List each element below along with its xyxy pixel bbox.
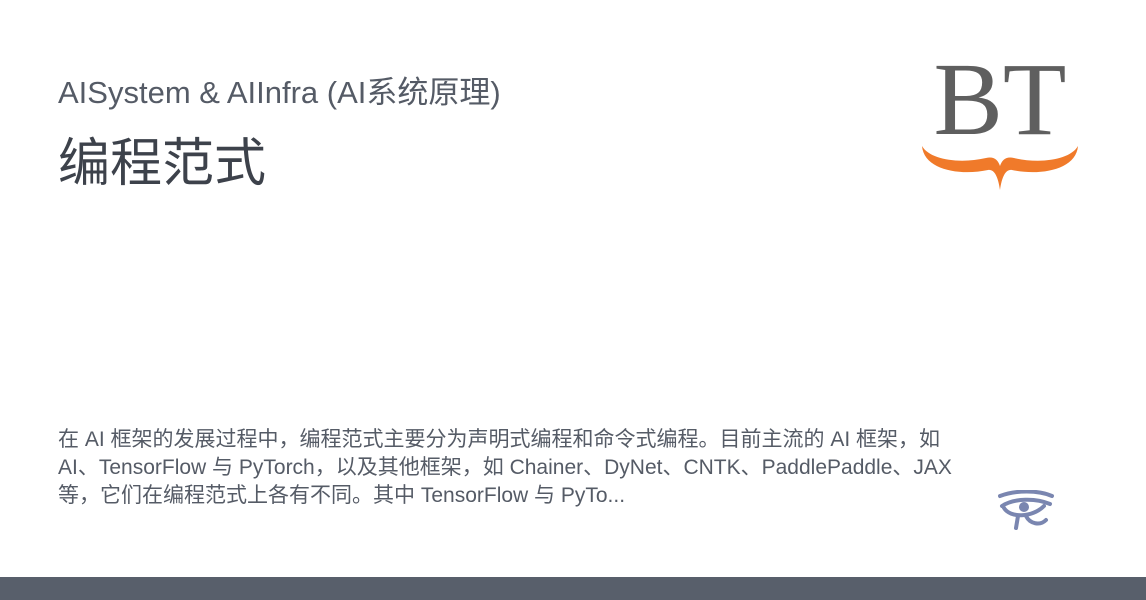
footer-bar [0,577,1146,600]
bt-logo: BT [910,30,1090,210]
page-description: 在 AI 框架的发展过程中，编程范式主要分为声明式编程和命令式编程。目前主流的 … [58,428,952,507]
site-title: AISystem & AIInfra (AI系统原理) [58,75,501,110]
eye-of-horus-icon [996,489,1056,532]
logo-letters: BT [934,42,1067,157]
page-title: 编程范式 [58,135,267,193]
social-card: AISystem & AIInfra (AI系统原理) 编程范式 BT 在 AI… [0,0,1146,600]
bt-logo-icon: BT [922,42,1078,190]
